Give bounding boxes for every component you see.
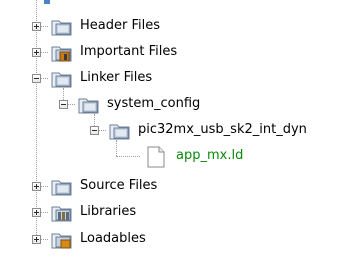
tree-connector <box>116 140 117 156</box>
tree-item-label[interactable]: pic32mx_usb_sk2_int_dyn <box>138 121 307 139</box>
logical-folder-icon[interactable] <box>77 94 101 116</box>
tree-item-label[interactable]: Libraries <box>80 203 136 221</box>
collapse-toggle-linker-files[interactable] <box>32 74 41 83</box>
tree-parent-stub <box>44 0 50 4</box>
tree-item-label[interactable]: Header Files <box>80 17 160 35</box>
tree-item-label[interactable]: Important Files <box>80 43 177 61</box>
expand-toggle-source-files[interactable] <box>32 182 41 191</box>
libraries-folder-icon[interactable] <box>50 202 74 224</box>
tree-item-label[interactable]: app_mx.ld <box>176 147 243 165</box>
logical-folder-icon[interactable] <box>50 68 74 90</box>
tree-item-label[interactable]: system_config <box>107 95 200 113</box>
expand-toggle-libraries[interactable] <box>32 208 41 217</box>
tree-item-label[interactable]: Loadables <box>80 230 146 248</box>
collapse-toggle-pic32mx-config[interactable] <box>90 126 99 135</box>
logical-folder-icon[interactable] <box>50 176 74 198</box>
tree-item-label[interactable]: Source Files <box>80 177 157 195</box>
tree-item-label[interactable]: Linker Files <box>80 69 152 87</box>
tree-connector <box>116 156 140 157</box>
project-tree: { "tree": { "items": [ {"label": "Header… <box>0 0 346 261</box>
expand-toggle-important-files[interactable] <box>32 48 41 57</box>
important-files-folder-icon[interactable] <box>50 42 74 64</box>
logical-folder-icon[interactable] <box>50 16 74 38</box>
loadables-folder-icon[interactable] <box>50 229 74 251</box>
collapse-toggle-system-config[interactable] <box>59 100 68 109</box>
expand-toggle-header-files[interactable] <box>32 22 41 31</box>
file-icon[interactable] <box>144 146 168 168</box>
logical-folder-icon[interactable] <box>108 120 132 142</box>
expand-toggle-loadables[interactable] <box>32 235 41 244</box>
tree-connector <box>36 0 37 239</box>
